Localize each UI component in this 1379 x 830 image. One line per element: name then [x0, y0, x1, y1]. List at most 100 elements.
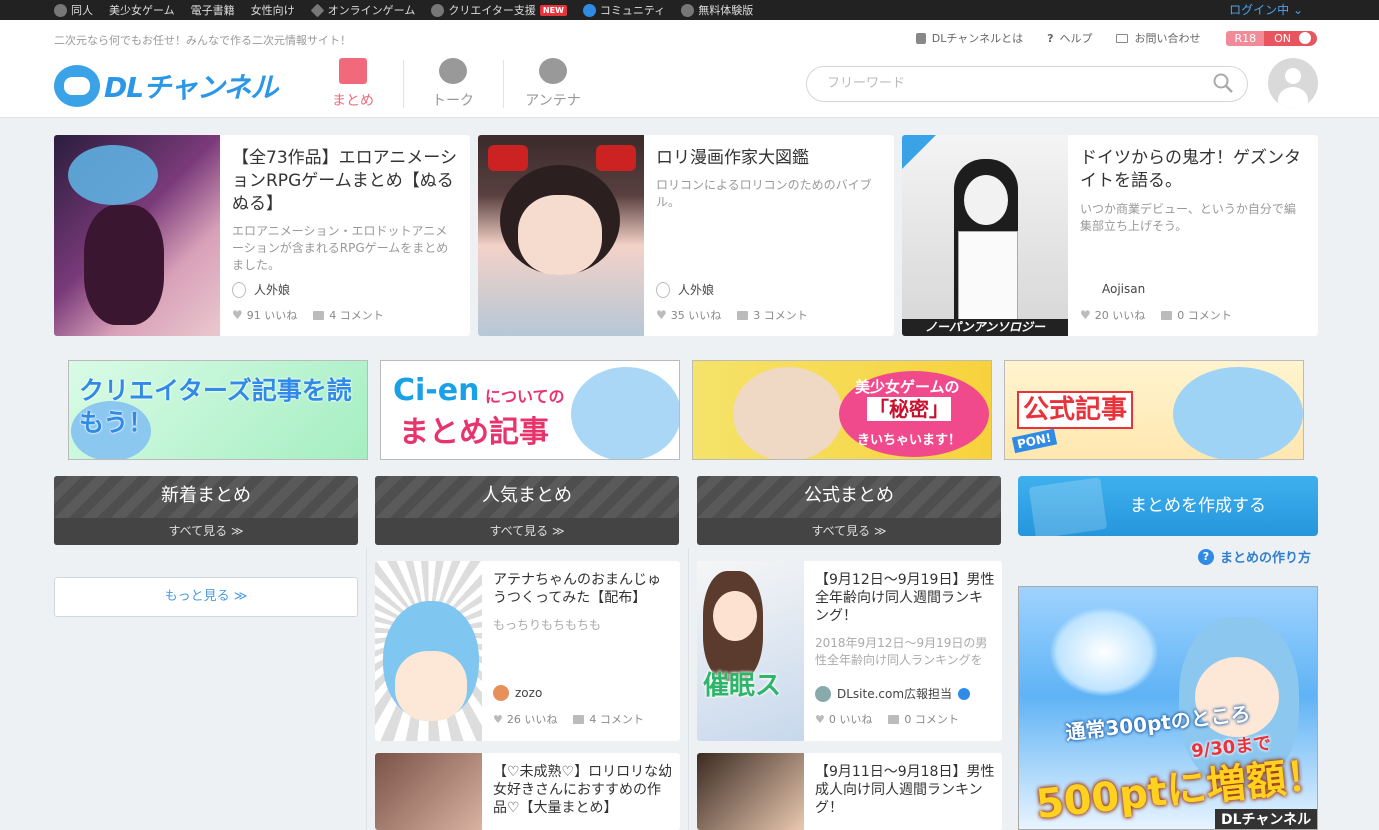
comment-icon	[737, 310, 749, 320]
see-all-link[interactable]: すべて見る ≫	[54, 518, 358, 545]
item-thumbnail: 催眠ス	[697, 561, 804, 741]
contact-link[interactable]: お問い合わせ	[1116, 30, 1200, 46]
nav-free-trial[interactable]: 無料体験版	[681, 2, 753, 18]
heart-icon: ♥	[1080, 308, 1091, 322]
cien-icon	[431, 3, 445, 17]
comment-icon	[888, 714, 900, 724]
r18-toggle[interactable]: ON	[1264, 30, 1317, 46]
banner-official-articles[interactable]: 公式記事 PON!	[1004, 360, 1304, 460]
list-item[interactable]: アテナちゃんのおまんじゅうつくってみた【配布】 もっちりもちもちも zozo ♥…	[375, 561, 680, 741]
banner-cien-articles[interactable]: Ci-en についての まとめ記事	[380, 360, 680, 460]
nav-ebooks[interactable]: 電子書籍	[191, 2, 235, 18]
logo-text: DLチャンネル	[104, 71, 278, 104]
featured-card[interactable]: 【全73作品】エロアニメーションRPGゲームまとめ【ぬるぬる】 エロアニメーショ…	[54, 135, 470, 336]
thumbnail-caption: ノーパンアンソロジー	[902, 319, 1068, 336]
featured-thumbnail	[478, 135, 644, 336]
help-link[interactable]: ? ヘルプ	[1047, 30, 1092, 46]
featured-title[interactable]: 【全73作品】エロアニメーションRPGゲームまとめ【ぬるぬる】	[232, 147, 458, 216]
column-header-official[interactable]: 公式まとめ すべて見る ≫	[697, 476, 1001, 545]
featured-stats: ♥ 91 いいね 4 コメント	[232, 308, 384, 322]
nav-community[interactable]: コミュニティ	[582, 2, 665, 18]
heart-icon: ♥	[656, 308, 667, 322]
featured-thumbnail: ノーパンアンソロジー	[902, 135, 1068, 336]
see-all-link[interactable]: すべて見る ≫	[697, 518, 1001, 545]
author-avatar-icon	[656, 281, 670, 298]
list-item[interactable]: 催眠ス 【9月12日～9月19日】男性全年齢向け同人週間ランキング！ 2018年…	[697, 561, 1002, 741]
comment-icon	[313, 310, 325, 320]
tab-talk[interactable]: トーク	[403, 56, 503, 118]
nav-online-game[interactable]: オンラインゲーム	[310, 2, 415, 18]
dl-icon	[54, 3, 67, 17]
featured-description: エロアニメーション・エロドットアニメーションが含まれるRPGゲームをまとめました…	[232, 224, 449, 272]
nav-creator-support[interactable]: クリエイター支援 NEW	[431, 2, 567, 18]
featured-card[interactable]: ロリ漫画作家大図鑑 ロリコンによるロリコンのためのバイブル。 人外娘 ♥ 35 い…	[478, 135, 894, 336]
howto-link[interactable]: ? まとめの作り方	[1198, 547, 1311, 566]
see-all-link[interactable]: すべて見る ≫	[375, 518, 679, 545]
author-avatar-icon	[493, 685, 509, 701]
create-matome-button[interactable]: まとめを作成する	[1018, 476, 1318, 536]
featured-title[interactable]: ロリ漫画作家大図鑑	[656, 147, 882, 170]
featured-card[interactable]: ノーパンアンソロジー ドイツからの鬼才！ゲズンタイトを語る。 いつか商業デビュー…	[902, 135, 1318, 336]
nav-bishoujo-game[interactable]: 美少女ゲーム	[109, 2, 175, 18]
verified-icon	[958, 687, 971, 700]
list-item[interactable]: 【9月11日～9月18日】男性成人向け同人週間ランキング！	[697, 753, 1002, 830]
comment-icon	[1161, 310, 1173, 320]
site-logo[interactable]: DLチャンネル	[54, 62, 282, 110]
featured-author[interactable]: Aojisan	[1080, 281, 1145, 297]
item-description: もっちりもちもちも	[493, 618, 602, 632]
heart-icon: ♥	[815, 712, 825, 726]
featured-stats: ♥ 35 いいね 3 コメント	[656, 308, 808, 322]
diamond-icon	[310, 3, 325, 17]
nav-female[interactable]: 女性向け	[251, 2, 295, 18]
item-description: 2018年9月12日～9月19日の男性全年齢向け同人ランキングを	[815, 636, 988, 667]
featured-author[interactable]: 人外娘	[656, 281, 714, 298]
item-author[interactable]: zozo	[493, 685, 542, 701]
chat-icon	[582, 3, 596, 17]
shield-icon	[915, 32, 926, 44]
newspaper-icon	[339, 58, 367, 84]
list-item[interactable]: 【♡未成熟♡】ロリロリな幼女好きさんにおすすめの作品♡【大量まとめ】	[375, 753, 680, 830]
new-badge: NEW	[539, 4, 567, 16]
featured-author[interactable]: 人外娘	[232, 281, 290, 298]
item-title[interactable]: 【9月12日～9月19日】男性全年齢向け同人週間ランキング！	[815, 571, 995, 625]
featured-description: ロリコンによるロリコンのためのバイブル。	[656, 178, 872, 209]
comment-icon	[573, 714, 585, 724]
search-input[interactable]: フリーワード	[806, 66, 1248, 102]
tab-matome[interactable]: まとめ	[303, 56, 403, 118]
mail-icon	[1116, 33, 1129, 43]
banner-creators-articles[interactable]: クリエイターズ記事を読もう！	[68, 360, 368, 460]
item-author[interactable]: DLsite.com広報担当	[815, 685, 971, 702]
featured-stats: ♥ 20 いいね 0 コメント	[1080, 308, 1232, 322]
featured-thumbnail	[54, 135, 220, 336]
logo-mascot-icon	[54, 65, 100, 107]
about-link[interactable]: DLチャンネルとは	[915, 30, 1023, 46]
user-avatar[interactable]	[1268, 58, 1318, 108]
more-button[interactable]: もっと見る ≫	[54, 577, 358, 617]
featured-description: いつか商業デビュー、というか自分で編集部立ち上げそう。	[1080, 202, 1296, 233]
column-divider	[688, 548, 689, 830]
header-links: DLチャンネルとは ? ヘルプ お問い合わせ R18 ON	[892, 30, 1317, 46]
newspaper-icon	[1028, 477, 1108, 536]
column-header-new[interactable]: 新着まとめ すべて見る ≫	[54, 476, 358, 545]
banner-bishoujo-secret[interactable]: 美少女ゲームの 「秘密」 きいちゃいます！	[692, 360, 992, 460]
r18-label: R18	[1226, 30, 1265, 46]
promo-banner[interactable]: 通常300ptのところ 9/30まで 500ptに増額！ DLチャンネル	[1018, 586, 1318, 830]
item-stats: ♥ 0 いいね 0 コメント	[815, 712, 959, 727]
login-status-dropdown[interactable]: ログイン中 ⌄	[1229, 0, 1303, 20]
satellite-dish-icon	[539, 58, 567, 84]
column-header-popular[interactable]: 人気まとめ すべて見る ≫	[375, 476, 679, 545]
site-tagline: 二次元なら何でもお任せ！みんなで作る二次元情報サイト！	[54, 34, 351, 47]
search-icon[interactable]	[1212, 72, 1234, 94]
heart-icon: ♥	[493, 712, 503, 726]
column-divider	[366, 548, 367, 830]
featured-title[interactable]: ドイツからの鬼才！ゲズンタイトを語る。	[1080, 147, 1306, 193]
item-title[interactable]: 【♡未成熟♡】ロリロリな幼女好きさんにおすすめの作品♡【大量まとめ】	[493, 763, 673, 817]
item-thumbnail	[375, 753, 482, 830]
item-title[interactable]: アテナちゃんのおまんじゅうつくってみた【配布】	[493, 571, 673, 607]
controller-icon	[681, 3, 695, 17]
tab-antenna[interactable]: アンテナ	[503, 56, 603, 118]
site-header: 二次元なら何でもお任せ！みんなで作る二次元情報サイト！ DLチャンネルとは ? ヘ…	[0, 20, 1379, 118]
nav-doujin[interactable]: 同人	[54, 2, 93, 18]
author-avatar-icon	[815, 685, 831, 702]
item-title[interactable]: 【9月11日～9月18日】男性成人向け同人週間ランキング！	[815, 763, 995, 817]
